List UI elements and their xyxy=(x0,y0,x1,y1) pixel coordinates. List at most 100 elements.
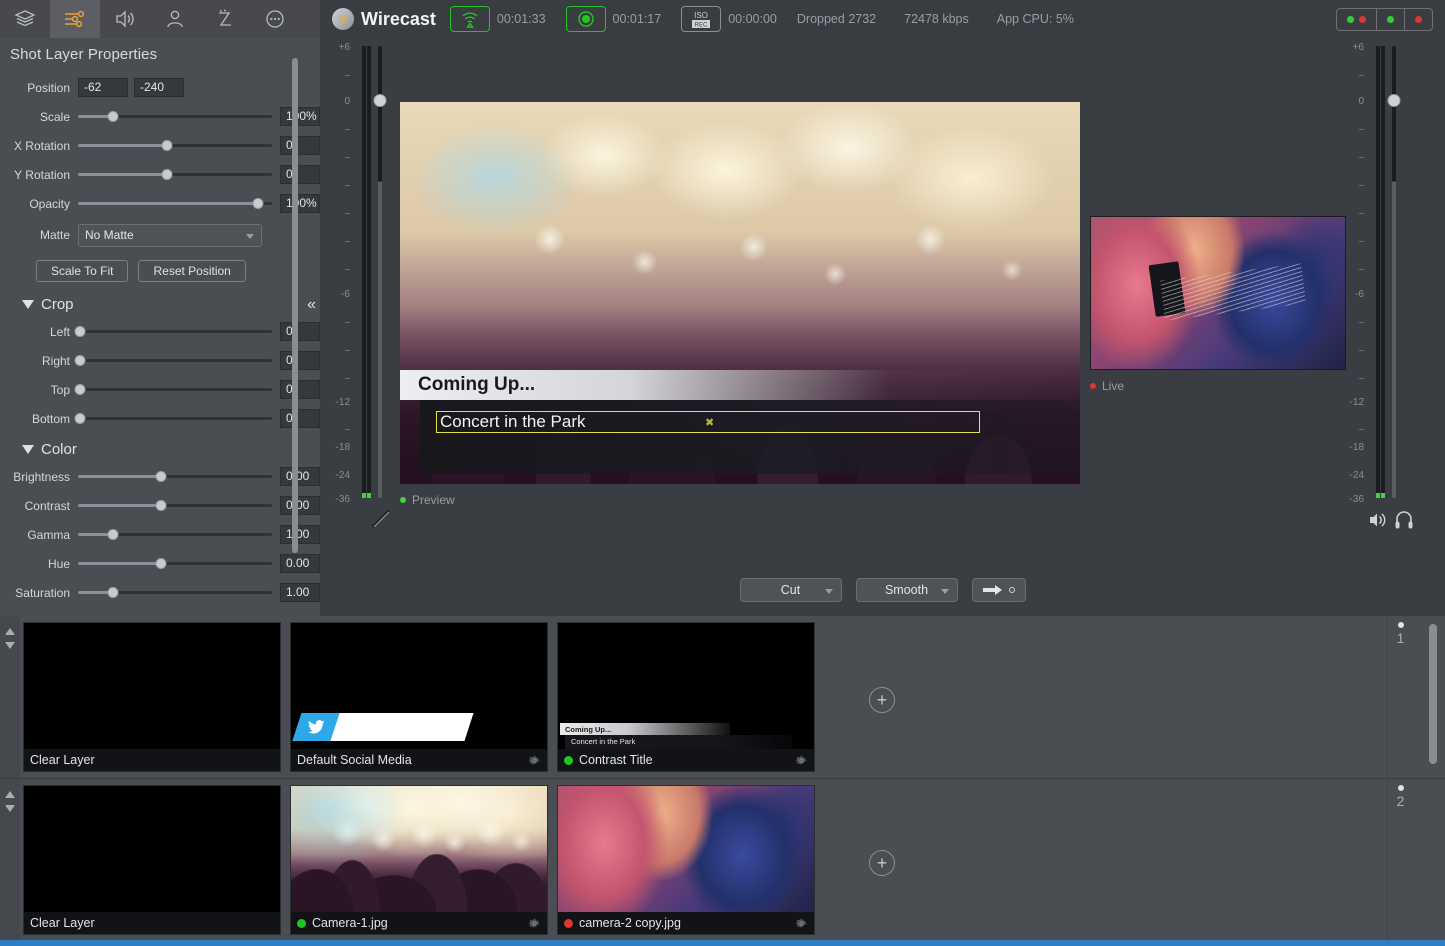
text-handle-icon[interactable]: ✖ xyxy=(705,416,714,429)
person-icon[interactable] xyxy=(150,0,200,38)
shot-label-bar: Contrast Title xyxy=(558,749,814,771)
brightness-value[interactable]: 0.00 xyxy=(280,467,320,486)
contrast-slider[interactable] xyxy=(78,496,272,515)
shot-clear-layer-2[interactable]: Clear Layer xyxy=(23,785,281,935)
y-rotation-slider[interactable] xyxy=(78,165,272,184)
gamma-row: Gamma 1.00 xyxy=(0,520,320,549)
layer-down-icon[interactable] xyxy=(5,642,15,649)
preview-fader-track[interactable] xyxy=(378,46,382,498)
gear-icon[interactable] xyxy=(795,917,808,930)
add-shot-button[interactable]: + xyxy=(869,850,895,876)
saturation-value[interactable]: 1.00 xyxy=(280,583,320,602)
reset-position-button[interactable]: Reset Position xyxy=(138,260,245,282)
color-section-header[interactable]: Color xyxy=(0,433,320,462)
meter-tick: 0 xyxy=(1342,96,1364,107)
record-toggle[interactable] xyxy=(1405,8,1433,31)
broadcast-icon[interactable] xyxy=(450,6,490,32)
shot-camera-1[interactable]: Camera-1.jpg xyxy=(290,785,548,935)
meter-tick: -12 xyxy=(1342,397,1364,408)
live-fader-knob[interactable] xyxy=(1388,94,1401,107)
preview-fader-knob[interactable] xyxy=(374,94,387,107)
crop-left-value[interactable]: 0 xyxy=(280,322,320,341)
record-icon[interactable] xyxy=(566,6,606,32)
meter-tick: -6 xyxy=(328,289,350,300)
x-rotation-value[interactable]: 0° xyxy=(280,136,320,155)
crop-left-slider[interactable] xyxy=(78,322,272,341)
panel-scrollbar[interactable] xyxy=(292,58,298,553)
layer-up-icon[interactable] xyxy=(5,791,15,798)
go-button[interactable] xyxy=(972,578,1026,602)
gear-icon[interactable] xyxy=(528,754,541,767)
collapse-panel-button[interactable]: « xyxy=(307,296,316,314)
stream-toggle[interactable] xyxy=(1377,8,1405,31)
crop-top-label: Top xyxy=(0,383,78,397)
position-y-field[interactable]: -240 xyxy=(134,78,184,97)
crop-title: Crop xyxy=(41,296,74,313)
layers-icon[interactable] xyxy=(0,0,50,38)
shot-camera-2-copy[interactable]: camera-2 copy.jpg xyxy=(557,785,815,935)
layer-down-icon[interactable] xyxy=(5,805,15,812)
hue-label: Hue xyxy=(0,557,78,571)
more-icon[interactable] xyxy=(250,0,300,38)
gamma-slider[interactable] xyxy=(78,525,272,544)
opacity-value[interactable]: 100% xyxy=(280,194,320,213)
contrast-value[interactable]: 0.00 xyxy=(280,496,320,515)
gear-icon[interactable] xyxy=(528,917,541,930)
layer-up-icon[interactable] xyxy=(5,628,15,635)
live-monitor[interactable]: Live xyxy=(1090,216,1346,393)
y-rotation-value[interactable]: 0° xyxy=(280,165,320,184)
hue-slider[interactable] xyxy=(78,554,272,573)
chevron-down-icon xyxy=(825,589,833,594)
preview-image[interactable]: Coming Up... Concert in the Park ✖ xyxy=(400,102,1080,484)
crop-section-header[interactable]: Crop xyxy=(0,288,320,317)
live-label-row: Live xyxy=(1090,379,1346,393)
scale-value[interactable]: 100% xyxy=(280,107,320,126)
crop-right-value[interactable]: 0 xyxy=(280,351,320,370)
brightness-slider[interactable] xyxy=(78,467,272,486)
x-rotation-slider[interactable] xyxy=(78,136,272,155)
preview-label-row: Preview xyxy=(400,493,1080,507)
panel-icon-bar xyxy=(0,0,320,38)
crop-right-slider[interactable] xyxy=(78,351,272,370)
transition-mode-select[interactable]: Cut xyxy=(740,578,842,602)
position-x-field[interactable]: -62 xyxy=(78,78,128,97)
sliders-icon[interactable] xyxy=(50,0,100,38)
opacity-slider[interactable] xyxy=(78,194,272,213)
shot-default-social-media[interactable]: Default Social Media xyxy=(290,622,548,772)
headphones-icon[interactable] xyxy=(1394,510,1414,530)
crop-bottom-label: Bottom xyxy=(0,412,78,426)
gamma-value[interactable]: 1.00 xyxy=(280,525,320,544)
title-text-input[interactable]: Concert in the Park ✖ xyxy=(436,411,980,433)
position-row: Position -62 -240 xyxy=(0,73,320,102)
matte-select[interactable]: No Matte xyxy=(78,224,262,247)
hue-value[interactable]: 0.00 xyxy=(280,554,320,573)
crop-left-label: Left xyxy=(0,325,78,339)
shot-name: Default Social Media xyxy=(297,753,522,767)
speaker-icon[interactable] xyxy=(100,0,150,38)
shot-clear-layer[interactable]: Clear Layer xyxy=(23,622,281,772)
bottom-accent-strip xyxy=(0,940,1445,946)
shot-contrast-title[interactable]: Coming Up... Concert in the Park Contras… xyxy=(557,622,815,772)
preview-monitor[interactable]: Coming Up... Concert in the Park ✖ Previ… xyxy=(400,102,1080,507)
add-shot-button[interactable]: + xyxy=(869,687,895,713)
speaker-icon[interactable] xyxy=(1368,510,1388,530)
speaker-mute-icon[interactable] xyxy=(370,508,392,530)
live-fader-track[interactable] xyxy=(1392,46,1396,498)
scale-to-fit-button[interactable]: Scale To Fit xyxy=(36,260,128,282)
crop-top-value[interactable]: 0 xyxy=(280,380,320,399)
layer-1-scrollbar[interactable] xyxy=(1429,624,1437,764)
live-image[interactable] xyxy=(1090,216,1346,370)
scale-slider[interactable] xyxy=(78,107,272,126)
gear-icon[interactable] xyxy=(795,754,808,767)
shot-name: Camera-1.jpg xyxy=(312,916,522,930)
iso-rec-icon[interactable]: ISO REC xyxy=(681,6,721,32)
brightness-row: Brightness 0.00 xyxy=(0,462,320,491)
crop-bottom-value[interactable]: 0 xyxy=(280,409,320,428)
transition-style-select[interactable]: Smooth xyxy=(856,578,958,602)
crop-bottom-slider[interactable] xyxy=(78,409,272,428)
stream-record-toggle[interactable] xyxy=(1336,8,1377,31)
x-rotation-row: X Rotation 0° xyxy=(0,131,320,160)
crop-top-slider[interactable] xyxy=(78,380,272,399)
saturation-slider[interactable] xyxy=(78,583,272,602)
transition-icon[interactable] xyxy=(200,0,250,38)
